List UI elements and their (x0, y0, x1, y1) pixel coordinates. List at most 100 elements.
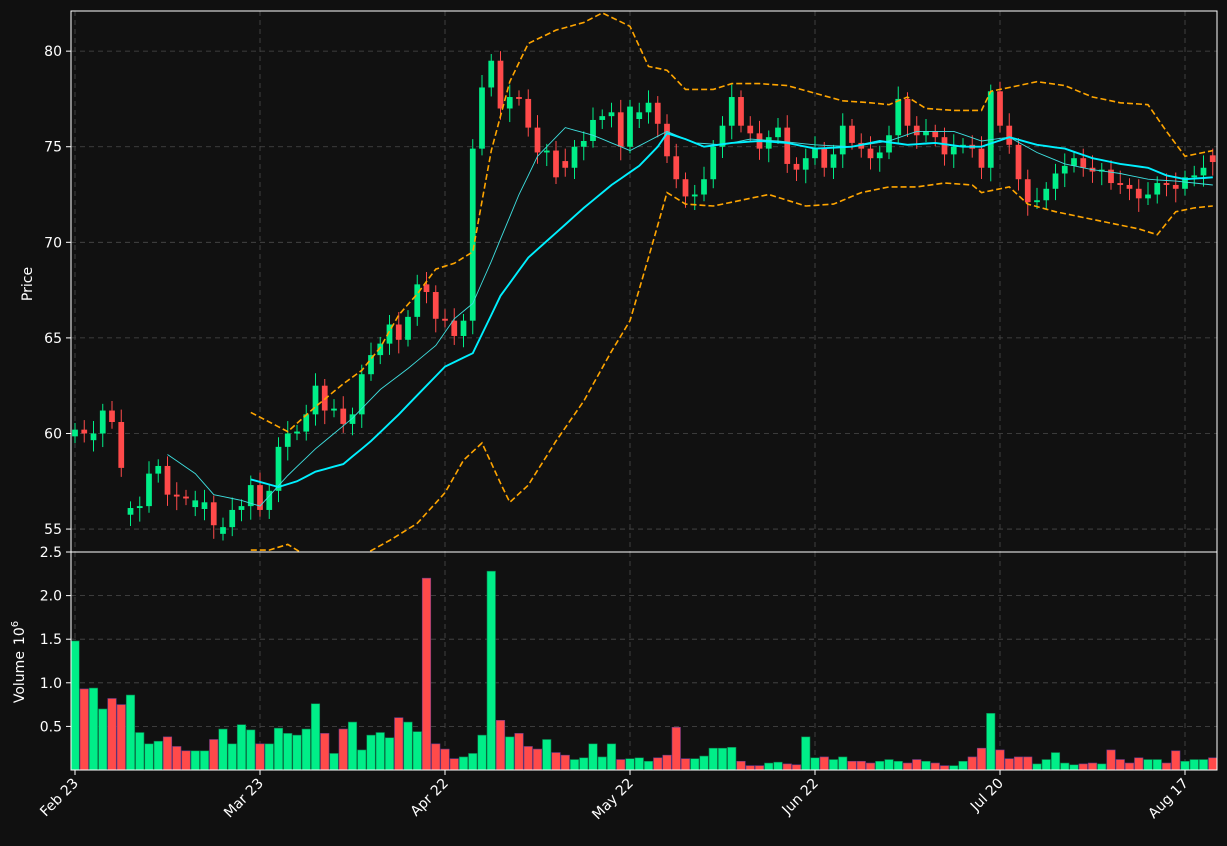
candle-body-up (590, 119, 596, 141)
volume-bar-up (801, 736, 811, 770)
volume-bar-down (1087, 762, 1098, 770)
volume-bar-up (579, 757, 589, 770)
candle-body-down (1163, 183, 1170, 185)
volume-bar-up (218, 728, 228, 770)
volume-bar-up (384, 737, 395, 770)
candle-body-up (839, 125, 846, 155)
candle-body-down (340, 408, 347, 424)
candle-body-up (710, 146, 717, 180)
candle-body-down (997, 91, 1003, 126)
candle-body-up (127, 508, 134, 515)
candle-body-up (645, 102, 652, 113)
volume-bar-down (847, 760, 857, 770)
candle-body-up (506, 97, 513, 109)
volume-bar-up (542, 739, 552, 770)
volume-bar-down (782, 763, 792, 770)
volume-bar-down (1106, 749, 1116, 770)
volume-bar-up (634, 757, 644, 770)
candle-body-down (1135, 188, 1142, 199)
volume-bar-up (366, 734, 376, 770)
volume-bar-down (116, 704, 126, 770)
volume-bar-down (495, 719, 506, 770)
volume-bar-up (708, 747, 718, 770)
candle-body-up (812, 148, 818, 159)
volume-bar-up (828, 759, 839, 770)
volume-bar-up (1041, 759, 1051, 770)
volume-bar-up (699, 755, 709, 770)
volume-bar-up (486, 570, 496, 770)
volume-bar-down (449, 758, 459, 770)
volume-bar-up (301, 728, 311, 770)
volume-bar-down (514, 733, 524, 770)
candle-body-up (950, 146, 957, 155)
volume-bar-down (967, 756, 977, 770)
candle-body-down (738, 97, 744, 126)
volume-bar-down (1004, 758, 1014, 770)
volume-bar-down (930, 762, 940, 770)
volume-bar-up (403, 721, 413, 770)
candle-body-down (395, 324, 402, 340)
volume-bar-up (1069, 764, 1079, 770)
volume-tick-label: 2.0 (40, 589, 62, 605)
candle-body-up (599, 116, 606, 120)
volume-bar-up (310, 703, 321, 770)
volume-bar-down (162, 736, 173, 770)
volume-bar-up (625, 758, 635, 770)
candle-body-up (1034, 200, 1040, 203)
volume-bar-up (1143, 759, 1153, 770)
candle-body-up (488, 60, 495, 88)
candle-body-up (192, 500, 199, 508)
volume-bar-up (227, 743, 237, 770)
candle-body-down (432, 292, 439, 319)
candle-body-up (886, 135, 892, 153)
price-tick-label: 65 (44, 331, 62, 347)
candle-body-up (136, 506, 143, 509)
volume-bar-down (745, 765, 755, 770)
volume-bar-down (320, 733, 330, 770)
candle-body-up (220, 527, 226, 534)
volume-bar-down (819, 756, 829, 770)
volume-bar-down (662, 754, 672, 770)
volume-bar-down (1013, 756, 1024, 770)
volume-bar-up (283, 733, 293, 770)
volume-bar-down (181, 750, 191, 770)
candle-body-down (1015, 144, 1022, 180)
candle-body-up (1154, 183, 1161, 195)
candle-body-down (654, 102, 661, 124)
chart-svg: 5560657075800.51.01.52.02.5Feb 23 Mar 23 A… (0, 0, 1227, 842)
volume-bar-down (431, 743, 441, 770)
candle-body-down (747, 125, 754, 134)
volume-bar-down (255, 743, 265, 770)
candle-body-down (164, 465, 171, 495)
candle-body-up (701, 179, 707, 195)
candlestick-chart: 55 60 65 70 75 80 0.5 1.0 1.5 2.0 2.5 Feb 23 Mar 23 A… (0, 0, 1227, 842)
volume-bar-up (458, 756, 469, 770)
volume-bar-up (98, 708, 108, 770)
volume-axis-exponent-base: 10 (12, 627, 28, 645)
candle-body-down (941, 137, 948, 155)
volume-bar-down (1134, 757, 1144, 770)
volume-bar-down (79, 688, 89, 770)
volume-bar-down (616, 759, 626, 770)
price-panel-background (71, 11, 1217, 552)
volume-tick-label: 2.5 (40, 545, 62, 561)
volume-bar-down (421, 577, 432, 770)
candle-body-up (571, 146, 578, 168)
volume-bar-down (912, 759, 922, 770)
volume-bar-up (773, 761, 783, 770)
candle-body-down (173, 494, 180, 497)
candle-body-down (534, 127, 541, 153)
volume-bar-up (1050, 752, 1061, 770)
price-tick-label: 60 (44, 426, 62, 442)
candle-body-down (1126, 184, 1133, 189)
candle-body-up (275, 446, 282, 491)
price-axis-label: Price (20, 267, 36, 301)
volume-bar-up (690, 758, 700, 770)
candle-body-up (580, 140, 587, 147)
volume-bar-down (1124, 762, 1135, 770)
candle-body-down (617, 112, 624, 147)
volume-bar-up (949, 765, 959, 770)
candle-body-up (636, 112, 643, 120)
volume-bar-down (1115, 759, 1125, 770)
candle-body-up (1200, 167, 1207, 176)
